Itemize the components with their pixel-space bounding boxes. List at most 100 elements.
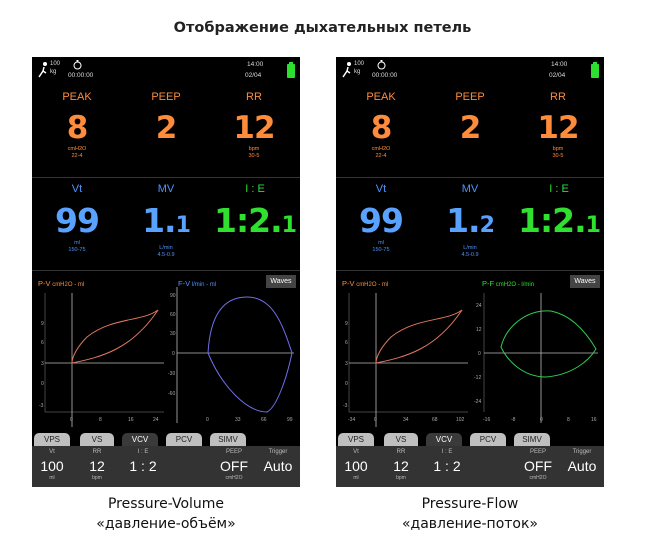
x-tick-label: 34 — [403, 417, 409, 423]
x-tick-label: 99 — [287, 417, 293, 423]
y-tick-label: 3 — [41, 361, 44, 367]
ventilator-screen-pressure-flow: 100 kg 00:00:00 14:00 02/04 PEAK 8 cmH2O… — [336, 57, 604, 487]
flow-volume-loop — [207, 296, 293, 413]
x-tick-label: 33 — [235, 417, 241, 423]
page-heading: Отображение дыхательных петель — [173, 20, 472, 36]
x-tick-label: 66 — [261, 417, 267, 423]
y-tick-label: 9 — [41, 321, 44, 327]
caption-title: Pressure-Volume — [107, 496, 225, 512]
setting-ie[interactable]: I : E 1 : 2 — [118, 446, 168, 475]
y-tick-label: 9 — [345, 321, 348, 327]
setting-label: Vt — [49, 449, 55, 455]
y-tick-label: 90 — [170, 293, 176, 299]
y-tick-label: 30 — [170, 331, 176, 337]
x-tick-label: 16 — [591, 417, 597, 423]
setting-label: PEEP — [529, 449, 546, 455]
y-tick-label: 3 — [345, 361, 348, 367]
setting-label: Vt — [353, 449, 359, 455]
setting-value: 12 — [89, 458, 105, 474]
setting-label: RR — [92, 449, 102, 455]
y-tick-label: -60 — [168, 391, 175, 397]
y-tick-label: -30 — [168, 371, 175, 377]
caption-title: Pressure-Flow — [421, 496, 519, 512]
setting-unit: cmH2O — [529, 475, 547, 481]
x-tick-label: 68 — [432, 417, 438, 423]
pressure-volume-loop — [375, 309, 463, 364]
setting-value: 100 — [40, 458, 64, 474]
y-tick-label: -3 — [343, 403, 348, 409]
x-tick-label: 8 — [567, 417, 570, 423]
caption-pressure-volume: Pressure-Volume «давление-объём» — [16, 494, 316, 534]
y-tick-label: 6 — [345, 340, 348, 346]
caption-pressure-flow: Pressure-Flow «давление-поток» — [320, 494, 620, 534]
y-tick-label: 0 — [172, 351, 175, 357]
setting-label: Trigger — [268, 449, 288, 455]
setting-unit: bpm — [92, 475, 102, 481]
tab-vs[interactable]: VS — [384, 433, 418, 446]
loops-plot: 9 6 3 0 -3 0 8 16 24 90 60 30 0 -30 -60 … — [39, 287, 294, 427]
setting-vt[interactable]: Vt 100 ml — [338, 446, 374, 481]
setting-trigger[interactable]: Trigger Auto — [258, 446, 298, 475]
setting-label: Trigger — [572, 449, 592, 455]
setting-value: OFF — [220, 458, 248, 474]
setting-peep[interactable]: PEEP OFF cmH2O — [516, 446, 560, 481]
setting-unit: ml — [353, 475, 359, 481]
x-tick-label: 0 — [206, 417, 209, 423]
x-tick-label: 24 — [153, 417, 159, 423]
x-tick-label: 8 — [99, 417, 102, 423]
y-tick-label: 6 — [41, 340, 44, 346]
setting-value: Auto — [263, 458, 293, 474]
x-tick-label: 16 — [128, 417, 134, 423]
y-tick-label: 60 — [170, 312, 176, 318]
setting-value: 100 — [344, 458, 368, 474]
x-tick-label: -8 — [511, 417, 516, 423]
ventilator-screen-pressure-volume: 100 kg 00:00:00 14:00 02/04 PEAK 8 cmH2O… — [32, 57, 300, 487]
setting-value: 12 — [393, 458, 409, 474]
y-tick-label: 0 — [478, 351, 481, 357]
x-tick-label: 0 — [374, 417, 377, 423]
pressure-volume-loop — [71, 309, 159, 364]
tab-vcv[interactable]: VCV — [426, 433, 462, 446]
setting-value: OFF — [524, 458, 552, 474]
tab-vps[interactable]: VPS — [34, 433, 70, 446]
setting-label: I : E — [441, 449, 453, 455]
tab-vs[interactable]: VS — [80, 433, 114, 446]
setting-value: 1 : 2 — [433, 458, 461, 474]
setting-value: 1 : 2 — [129, 458, 157, 474]
tab-pcv[interactable]: PCV — [166, 433, 202, 446]
setting-unit: bpm — [396, 475, 406, 481]
setting-label: I : E — [137, 449, 149, 455]
setting-trigger[interactable]: Trigger Auto — [562, 446, 602, 475]
y-tick-label: -12 — [474, 375, 481, 381]
setting-value: Auto — [567, 458, 597, 474]
y-tick-label: 12 — [476, 327, 482, 333]
loops-plot: 9 6 3 0 -3 -34 0 34 68 102 24 12 0 -12 -… — [343, 293, 598, 427]
x-tick-label: 0 — [70, 417, 73, 423]
setting-rr[interactable]: RR 12 bpm — [78, 446, 116, 481]
y-tick-label: -3 — [39, 403, 44, 409]
setting-peep[interactable]: PEEP OFF cmH2O — [212, 446, 256, 481]
tab-vcv[interactable]: VCV — [122, 433, 158, 446]
setting-unit: ml — [49, 475, 55, 481]
y-tick-label: 0 — [345, 381, 348, 387]
caption-subtitle: «давление-объём» — [96, 516, 236, 532]
tab-simv[interactable]: SIMV — [514, 433, 550, 446]
tab-simv[interactable]: SIMV — [210, 433, 246, 446]
y-tick-label: -24 — [474, 399, 481, 405]
x-tick-label: -16 — [483, 417, 490, 423]
setting-label: RR — [396, 449, 406, 455]
setting-vt[interactable]: Vt 100 ml — [34, 446, 70, 481]
x-tick-label: -34 — [348, 417, 355, 423]
caption-subtitle: «давление-поток» — [401, 516, 538, 532]
x-tick-label: 102 — [456, 417, 465, 423]
x-tick-label: 0 — [540, 417, 543, 423]
tab-pcv[interactable]: PCV — [470, 433, 506, 446]
setting-ie[interactable]: I : E 1 : 2 — [422, 446, 472, 475]
setting-unit: cmH2O — [225, 475, 243, 481]
tab-vps[interactable]: VPS — [338, 433, 374, 446]
setting-label: PEEP — [225, 449, 242, 455]
y-tick-label: 0 — [41, 381, 44, 387]
y-tick-label: 24 — [476, 303, 482, 309]
setting-rr[interactable]: RR 12 bpm — [382, 446, 420, 481]
pressure-flow-loop — [500, 310, 597, 378]
